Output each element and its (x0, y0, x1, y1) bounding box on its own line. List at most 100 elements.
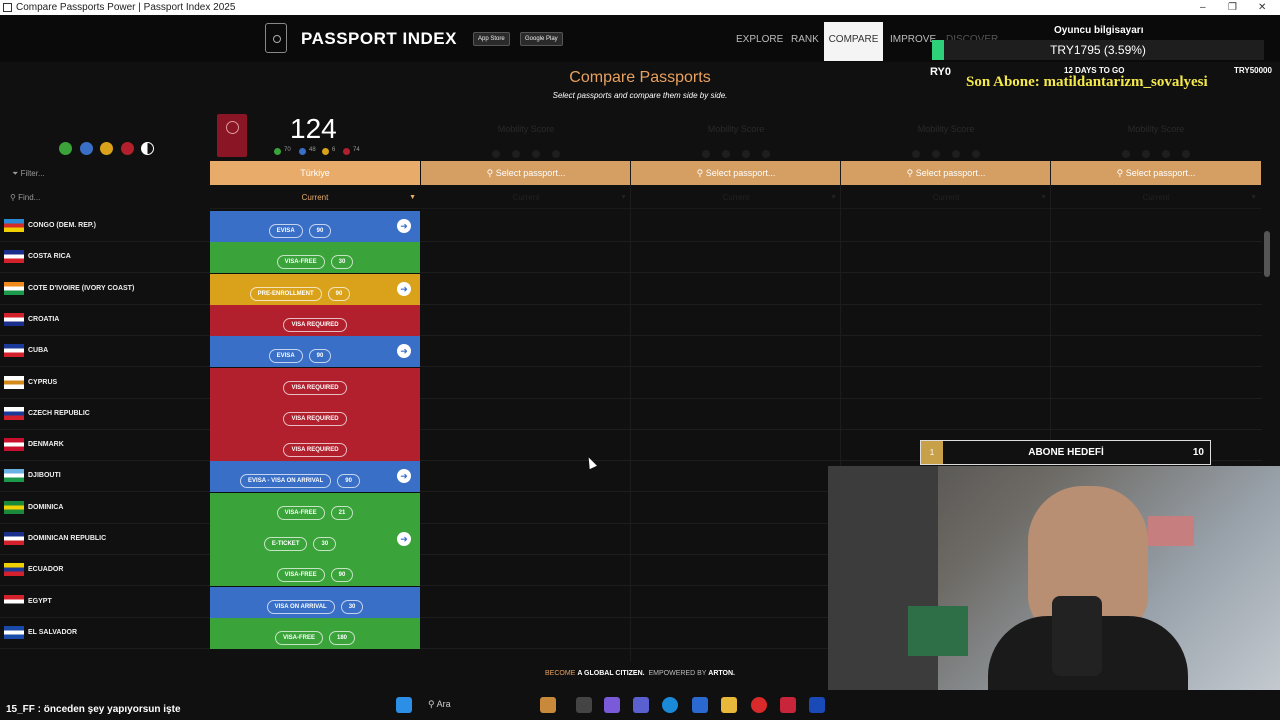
footer-arton[interactable]: ARTON. (708, 670, 735, 677)
visa-pills: VISA-FREE 90 (210, 555, 420, 586)
webcam-overlay (828, 466, 1280, 690)
subscriber-goal-label: ABONE HEDEFİ (1028, 447, 1104, 458)
filter-eta-dot[interactable] (100, 142, 113, 155)
table-row[interactable]: CROATIA VISA REQUIRED (0, 304, 1262, 336)
visa-status-badge: VISA ON ARRIVAL (266, 599, 335, 614)
country-name[interactable]: CZECH REPUBLIC (28, 410, 90, 417)
table-row[interactable]: CONGO (DEM. REP.) EVISA 90 ➜ (0, 211, 1262, 242)
visa-status-cell[interactable]: VISA-FREE 30 (210, 242, 420, 274)
table-row[interactable]: COTE D'IVOIRE (IVORY COAST) PRE-ENROLLMEN… (0, 273, 1262, 305)
column-header-turkiye[interactable]: Türkiye (210, 161, 420, 185)
country-name[interactable]: EL SALVADOR (28, 629, 77, 636)
apply-arrow-icon[interactable]: ➜ (397, 219, 411, 233)
period-select-4[interactable]: Current ▼ (841, 187, 1051, 209)
google-play-button[interactable]: Google Play (520, 32, 563, 46)
visa-days-badge: 30 (340, 599, 364, 614)
edge-icon[interactable] (662, 697, 678, 713)
visa-pills: VISA REQUIRED (210, 399, 420, 430)
subscriber-goal: 1 ABONE HEDEFİ 10 (920, 440, 1211, 465)
country-name[interactable]: DOMINICAN REPUBLIC (28, 535, 106, 542)
filter-visa-free-dot[interactable] (59, 142, 72, 155)
visa-status-cell[interactable]: VISA ON ARRIVAL 30 (210, 586, 420, 618)
contrast-toggle-icon[interactable] (141, 142, 154, 155)
teams-icon[interactable] (633, 697, 649, 713)
visa-status-cell[interactable]: EVISA 90 ➜ (210, 336, 420, 368)
select-passport-2[interactable]: ⚲ Select passport... (421, 161, 631, 185)
footer-global-citizen[interactable]: A GLOBAL CITIZEN. (577, 670, 644, 677)
country-name[interactable]: CROATIA (28, 316, 59, 323)
visa-status-cell[interactable]: PRE-ENROLLMENT 90 ➜ (210, 273, 420, 305)
filter-visa-required-dot[interactable] (121, 142, 134, 155)
taskbar-search[interactable]: ⚲ Ara (428, 699, 451, 710)
visa-status-cell[interactable]: VISA REQUIRED (210, 304, 420, 336)
country-name[interactable]: EGYPT (28, 598, 52, 605)
filter-control[interactable]: ⏷ Filter... (12, 169, 45, 179)
apply-arrow-icon[interactable]: ➜ (397, 344, 411, 359)
chat-message: 15_FF : önceden şey yapıyorsun işte (6, 704, 181, 715)
opera-icon[interactable] (751, 697, 767, 713)
apply-arrow-icon[interactable]: ➜ (397, 532, 411, 546)
country-name[interactable]: CYPRUS (28, 379, 57, 386)
visa-status-cell[interactable]: VISA REQUIRED (210, 398, 420, 430)
table-row[interactable]: CZECH REPUBLIC VISA REQUIRED (0, 398, 1262, 430)
passport-logo-icon[interactable] (265, 23, 287, 53)
select-passport-3[interactable]: ⚲ Select passport... (631, 161, 841, 185)
visa-status-cell[interactable]: VISA-FREE 90 (210, 555, 420, 587)
scrollbar-thumb[interactable] (1264, 231, 1270, 277)
apply-arrow-icon[interactable]: ➜ (397, 469, 411, 484)
visa-pills: EVISA 90 (210, 211, 390, 242)
visa-status-cell[interactable]: EVISA - VISA ON ARRIVAL 90 ➜ (210, 461, 420, 493)
nav-explore[interactable]: EXPLORE (736, 34, 783, 45)
widgets-icon[interactable] (540, 697, 556, 713)
evisa-dot-icon (299, 148, 306, 155)
nav-improve[interactable]: IMPROVE (890, 34, 936, 45)
country-name[interactable]: COTE D'IVOIRE (IVORY COAST) (28, 285, 134, 292)
country-name[interactable]: DOMINICA (28, 504, 63, 511)
visa-status-cell[interactable]: VISA REQUIRED (210, 430, 420, 462)
filter-evisa-dot[interactable] (80, 142, 93, 155)
select-passport-5[interactable]: ⚲ Select passport... (1051, 161, 1261, 185)
app-store-button[interactable]: App Store (473, 32, 510, 46)
turkiye-passport-image[interactable] (217, 114, 247, 157)
period-select-5[interactable]: Current ▼ (1051, 187, 1261, 209)
wps-icon[interactable] (780, 697, 796, 713)
visa-status-cell[interactable]: E-TICKET 30 ➜ (210, 524, 420, 555)
copilot-icon[interactable] (604, 697, 620, 713)
maximize-button[interactable]: ❐ (1228, 0, 1237, 15)
windows-start-icon[interactable] (396, 697, 412, 713)
select-passport-4[interactable]: ⚲ Select passport... (841, 161, 1051, 185)
table-row[interactable]: COSTA RICA VISA-FREE 30 (0, 242, 1262, 274)
store-icon[interactable] (692, 697, 708, 713)
minimize-button[interactable]: – (1200, 0, 1206, 15)
table-row[interactable]: CYPRUS VISA REQUIRED (0, 367, 1262, 399)
visa-status-badge: EVISA - VISA ON ARRIVAL (240, 474, 332, 489)
select-passport-label: Select passport... (1125, 168, 1196, 178)
visa-status-cell[interactable]: VISA-FREE 21 (210, 492, 420, 524)
nav-rank[interactable]: RANK (791, 34, 819, 45)
country-name[interactable]: DJIBOUTI (28, 472, 61, 479)
visa-status-cell[interactable]: VISA REQUIRED (210, 367, 420, 399)
table-row[interactable]: CUBA EVISA 90 ➜ (0, 336, 1262, 368)
country-name[interactable]: DENMARK (28, 441, 64, 448)
find-input[interactable]: ⚲ Find... (10, 193, 40, 202)
nav-compare[interactable]: COMPARE (824, 22, 883, 61)
site-logo[interactable]: PASSPORT INDEX (301, 29, 457, 49)
period-select-3[interactable]: Current ▼ (631, 187, 841, 209)
country-name[interactable]: CONGO (DEM. REP.) (28, 222, 96, 229)
slot-3-mobility-label: Mobility Score (707, 124, 765, 134)
apply-arrow-icon[interactable]: ➜ (397, 281, 411, 296)
visa-status-cell[interactable]: VISA-FREE 180 (210, 617, 420, 649)
period-select-turkiye[interactable]: Current ▼ (210, 187, 420, 209)
file-explorer-icon[interactable] (721, 697, 737, 713)
period-select-2[interactable]: Current ▼ (421, 187, 631, 209)
visa-status-cell[interactable]: EVISA 90 ➜ (210, 211, 420, 242)
task-view-icon[interactable] (576, 697, 592, 713)
search-icon: ⚲ (486, 168, 494, 178)
close-button[interactable]: ✕ (1258, 0, 1266, 15)
country-flag-icon (4, 344, 24, 358)
country-name[interactable]: CUBA (28, 347, 48, 354)
launcher-icon[interactable] (809, 697, 825, 713)
visa-days-badge: 90 (330, 568, 354, 583)
country-name[interactable]: ECUADOR (28, 566, 63, 573)
country-name[interactable]: COSTA RICA (28, 253, 71, 260)
